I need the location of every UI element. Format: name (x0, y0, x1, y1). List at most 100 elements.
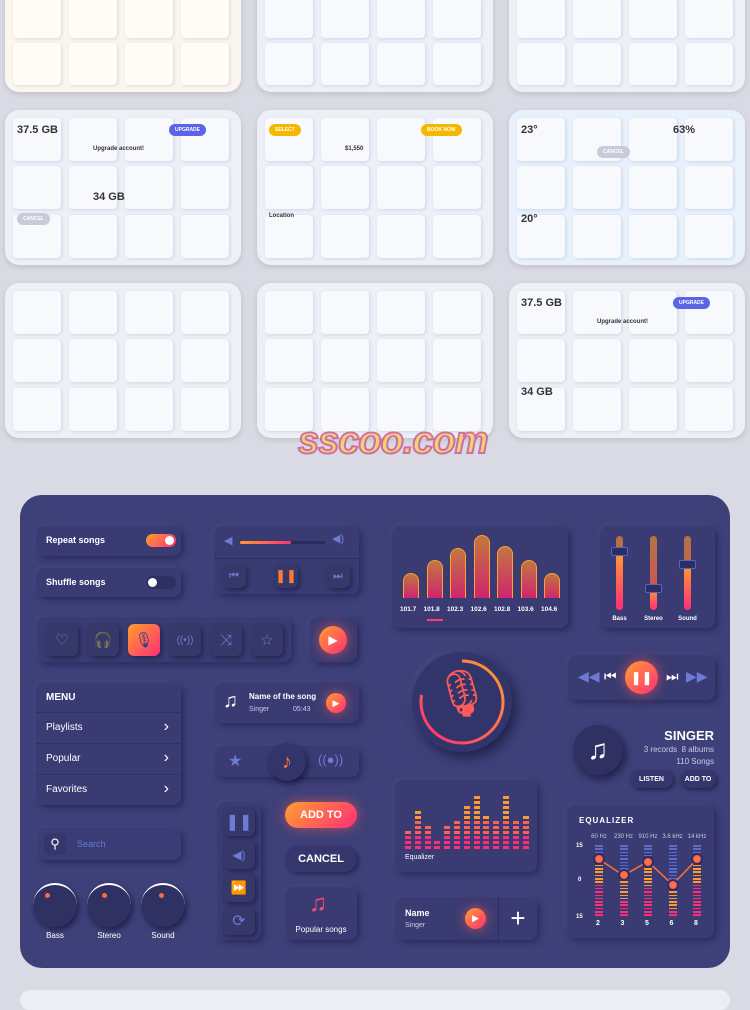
ui-widget (685, 214, 733, 258)
repeat-songs-label: Repeat songs (46, 535, 106, 545)
menu-item-favorites[interactable]: Favorites › (36, 774, 181, 805)
star-button[interactable]: ☆ (251, 624, 283, 656)
knob-sound[interactable] (141, 883, 185, 927)
spectrum-segment (444, 841, 451, 844)
eq-level-segment (668, 848, 677, 850)
eq-level-segment (644, 874, 652, 877)
pause-button[interactable]: ❚❚ (274, 564, 298, 588)
previous-icon[interactable]: ⏮ (604, 668, 617, 685)
frequency-bar[interactable] (426, 560, 443, 598)
repeat-songs-toggle[interactable] (146, 534, 176, 547)
record-button[interactable]: 🎙 (412, 652, 512, 752)
next-button[interactable]: ⏭ (326, 564, 350, 588)
popular-songs-button[interactable]: ♫ Popular songs (285, 887, 357, 940)
ui-widget (265, 43, 313, 86)
eq-level-segment (595, 911, 603, 913)
eq-level-segment (595, 897, 603, 900)
headphones-button[interactable]: 🎧 (87, 624, 119, 656)
play-button[interactable]: ▶ (319, 626, 347, 654)
spectrum-segment (512, 826, 519, 829)
knob-stereo[interactable] (87, 883, 131, 927)
frequency-bar[interactable] (450, 547, 466, 598)
rewind-icon[interactable]: ◀◀ (578, 668, 600, 685)
eq-level-segment (644, 904, 652, 906)
menu-item-popular[interactable]: Popular › (36, 743, 181, 774)
eq-level-segment (693, 881, 701, 883)
track-play-button[interactable]: ▶ (465, 908, 486, 929)
volume-button[interactable]: ◀) (223, 841, 255, 869)
spectrum-segment (454, 826, 460, 829)
spectrum-segment (463, 821, 470, 824)
spectrum-segment (454, 841, 460, 844)
frequency-bar[interactable] (473, 535, 490, 598)
eq-band-handle[interactable] (642, 855, 654, 868)
eq-band-handle[interactable] (666, 878, 679, 891)
shuffle-button[interactable]: ⤨ (210, 624, 242, 656)
singer-add-to-button[interactable]: ADD TO (680, 770, 716, 788)
eq-level-segment (668, 897, 677, 900)
listen-button[interactable]: LISTEN (630, 770, 673, 788)
ui-widget (321, 214, 369, 258)
song-play-button[interactable]: ▶ (326, 693, 346, 713)
knob-bass[interactable] (33, 883, 77, 927)
ui-widget (629, 291, 677, 335)
spectrum-segment (444, 831, 451, 834)
eq-level-segment (595, 904, 603, 906)
ui-widget (13, 43, 61, 86)
eq-level-segment (595, 884, 603, 887)
pause-button[interactable]: ❚❚ (625, 661, 658, 694)
frequency-bar[interactable] (544, 572, 560, 598)
eq-level-segment (595, 848, 603, 850)
search-bar[interactable]: ⚲ Search (37, 828, 181, 860)
heart-button[interactable]: ♡ (46, 624, 78, 656)
eq-band-handle[interactable] (617, 869, 630, 882)
microphone-button[interactable]: 🎙 (128, 624, 160, 656)
next-icon[interactable]: ⏭ (666, 668, 679, 685)
eq-level-segment (595, 907, 603, 910)
eq-level-segment (693, 845, 701, 847)
add-track-button[interactable]: + (498, 897, 537, 940)
slider-handle[interactable] (611, 546, 628, 556)
fast-forward-button[interactable]: ⏩ (223, 874, 255, 902)
ui-widget (377, 339, 425, 383)
eq-level-segment (644, 881, 652, 883)
spectrum-segment (493, 821, 500, 824)
ui-widget (377, 291, 425, 335)
eq-level-segment (595, 901, 603, 903)
spectrum-segment (483, 821, 490, 824)
previous-button[interactable]: ⏮ (222, 564, 246, 588)
eq-level-segment (619, 864, 628, 867)
eq-level-segment (619, 904, 628, 906)
spectrum-segment (522, 816, 529, 819)
slider-label: Stereo (644, 616, 663, 622)
broadcast-icon[interactable]: ((●)) (318, 752, 343, 767)
cancel-button[interactable]: CANCEL (285, 846, 357, 872)
frequency-bar[interactable] (497, 545, 513, 598)
eq-level-segment (668, 891, 677, 893)
ui-widget (685, 0, 733, 38)
frequency-bar[interactable] (403, 572, 419, 598)
eq-level-segment (644, 884, 652, 887)
fast-forward-icon[interactable]: ▶▶ (686, 668, 708, 685)
pause-button[interactable]: ❚❚ (223, 808, 255, 836)
eq-band-freq: 3.6 kHz (662, 834, 683, 840)
spectrum-segment (483, 841, 490, 844)
slider-handle[interactable] (679, 560, 696, 570)
selected-frequency-indicator (426, 619, 443, 621)
ui-widget (13, 291, 61, 335)
ui-widget (69, 291, 117, 335)
ui-kit-thumbnail (5, 283, 241, 438)
add-to-button[interactable]: ADD TO (285, 802, 357, 828)
star-icon[interactable]: ★ (228, 751, 242, 771)
spectrum-segment (503, 836, 509, 839)
broadcast-button[interactable]: ((•)) (169, 624, 201, 656)
frequency-bar[interactable] (520, 560, 537, 598)
search-input[interactable]: Search (77, 839, 106, 849)
repeat-button[interactable]: ⟳ (223, 907, 255, 935)
shuffle-songs-toggle[interactable] (146, 576, 176, 589)
volume-slider[interactable] (240, 541, 325, 544)
slider-handle[interactable] (645, 583, 662, 593)
music-note-button[interactable]: ♪ (268, 743, 306, 781)
menu-item-playlists[interactable]: Playlists › (36, 712, 181, 743)
eq-level-segment (644, 914, 652, 916)
